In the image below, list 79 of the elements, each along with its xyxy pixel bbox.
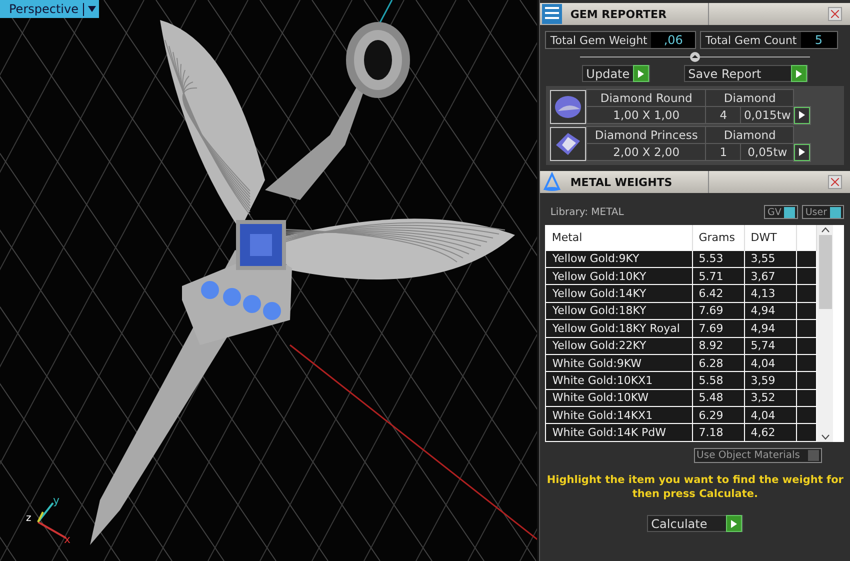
total-weight-value: ,06 (651, 32, 696, 48)
round-gem-icon (554, 95, 582, 119)
view-dropdown[interactable]: Perspective (0, 0, 98, 18)
gem-weight: 0,05tw (741, 144, 794, 160)
scrollbar[interactable] (817, 225, 834, 442)
panel-title: GEM REPORTER (562, 3, 710, 25)
play-icon[interactable] (633, 65, 650, 82)
scroll-down-icon[interactable] (820, 432, 830, 442)
total-count-label: Total Gem Count (704, 34, 798, 46)
table-cell: Yellow Gold:14KY (546, 284, 692, 302)
axis-label: y (53, 494, 60, 507)
total-weight-label: Total Gem Weight (549, 34, 648, 46)
play-icon[interactable] (791, 65, 808, 82)
column-header[interactable]: DWT (744, 225, 796, 250)
scale-icon (542, 172, 562, 192)
play-icon[interactable] (794, 106, 810, 124)
table-cell: 4,04 (744, 354, 796, 372)
table-cell: Yellow Gold:10KY (546, 267, 692, 285)
table-cell: White Gold:9KW (546, 354, 692, 372)
table-cell: Yellow Gold:22KY (546, 337, 692, 354)
table-cell: White Gold:10KW (546, 389, 692, 407)
table-cell: 4,04 (744, 406, 796, 424)
collapse-handle[interactable] (580, 51, 810, 63)
table-cell: 3,52 (744, 389, 796, 407)
table-cell: 6.42 (692, 284, 744, 302)
gem-material: Diamond (706, 90, 794, 106)
gem-size: 1,00 X 1,00 (587, 107, 706, 123)
instruction-text: Highlight the item you want to find the weight for then press Calculate. (546, 473, 844, 501)
report-icon (542, 4, 562, 24)
table-cell: White Gold:10KX1 (546, 372, 692, 390)
table-cell: 5.71 (692, 267, 744, 285)
table-cell: Yellow Gold:18KY (546, 302, 692, 320)
table-cell: 5.48 (692, 389, 744, 407)
square-gem-icon (554, 131, 582, 157)
table-cell: 7.69 (692, 302, 744, 320)
gem-name: Diamond Princess (587, 127, 706, 143)
toggle-button[interactable]: GV (764, 205, 798, 219)
table-cell: 3,67 (744, 267, 796, 285)
gem-weight: 0,015tw (741, 107, 794, 123)
axis-label: z (26, 513, 32, 524)
table-cell: 6.28 (692, 354, 744, 372)
panel-title: METAL WEIGHTS (562, 171, 710, 193)
update-button[interactable]: Update (582, 65, 650, 82)
table-cell: 6.29 (692, 406, 744, 424)
gem-size: 2,00 X 2,00 (587, 144, 706, 160)
close-button[interactable] (828, 175, 842, 189)
gem-name: Diamond Round (587, 90, 706, 106)
library-label: Library: METAL (550, 206, 624, 218)
table-cell: 5.58 (692, 372, 744, 390)
table-cell: 5.53 (692, 250, 744, 268)
save-report-button[interactable]: Save Report (684, 65, 808, 82)
table-cell: 4,94 (744, 302, 796, 320)
table-cell: White Gold:14KX1 (546, 406, 692, 424)
scroll-up-icon[interactable] (820, 225, 830, 235)
table-cell: 5,74 (744, 337, 796, 354)
play-icon[interactable] (794, 144, 810, 160)
calculate-button[interactable]: Calculate (647, 515, 744, 532)
total-count-value: 5 (800, 32, 837, 48)
table-cell: 7.69 (692, 320, 744, 338)
table-cell: 7.18 (692, 424, 744, 442)
gem-material: Diamond (706, 127, 794, 143)
toggle-button[interactable]: User (802, 205, 844, 219)
gem-count: 1 (706, 144, 740, 160)
table-cell: 8.92 (692, 337, 744, 354)
table-cell: Yellow Gold:18KY Royal (546, 320, 692, 338)
table-cell: White Gold:14K PdW (546, 424, 692, 442)
use-object-materials-toggle[interactable]: Use Object Materials (694, 448, 822, 463)
table-cell: 4,62 (744, 424, 796, 442)
table-cell: 3,55 (744, 250, 796, 268)
table-cell: Yellow Gold:9KY (546, 250, 692, 268)
column-header[interactable]: Grams (692, 225, 744, 250)
close-button[interactable] (828, 7, 842, 21)
table-cell: 4,94 (744, 320, 796, 338)
play-icon[interactable] (726, 515, 742, 532)
caret-icon (88, 6, 96, 12)
table-cell: 3,59 (744, 372, 796, 390)
axis-label: x (64, 533, 71, 546)
gem-count: 4 (706, 107, 740, 123)
table-cell: 4,13 (744, 284, 796, 302)
